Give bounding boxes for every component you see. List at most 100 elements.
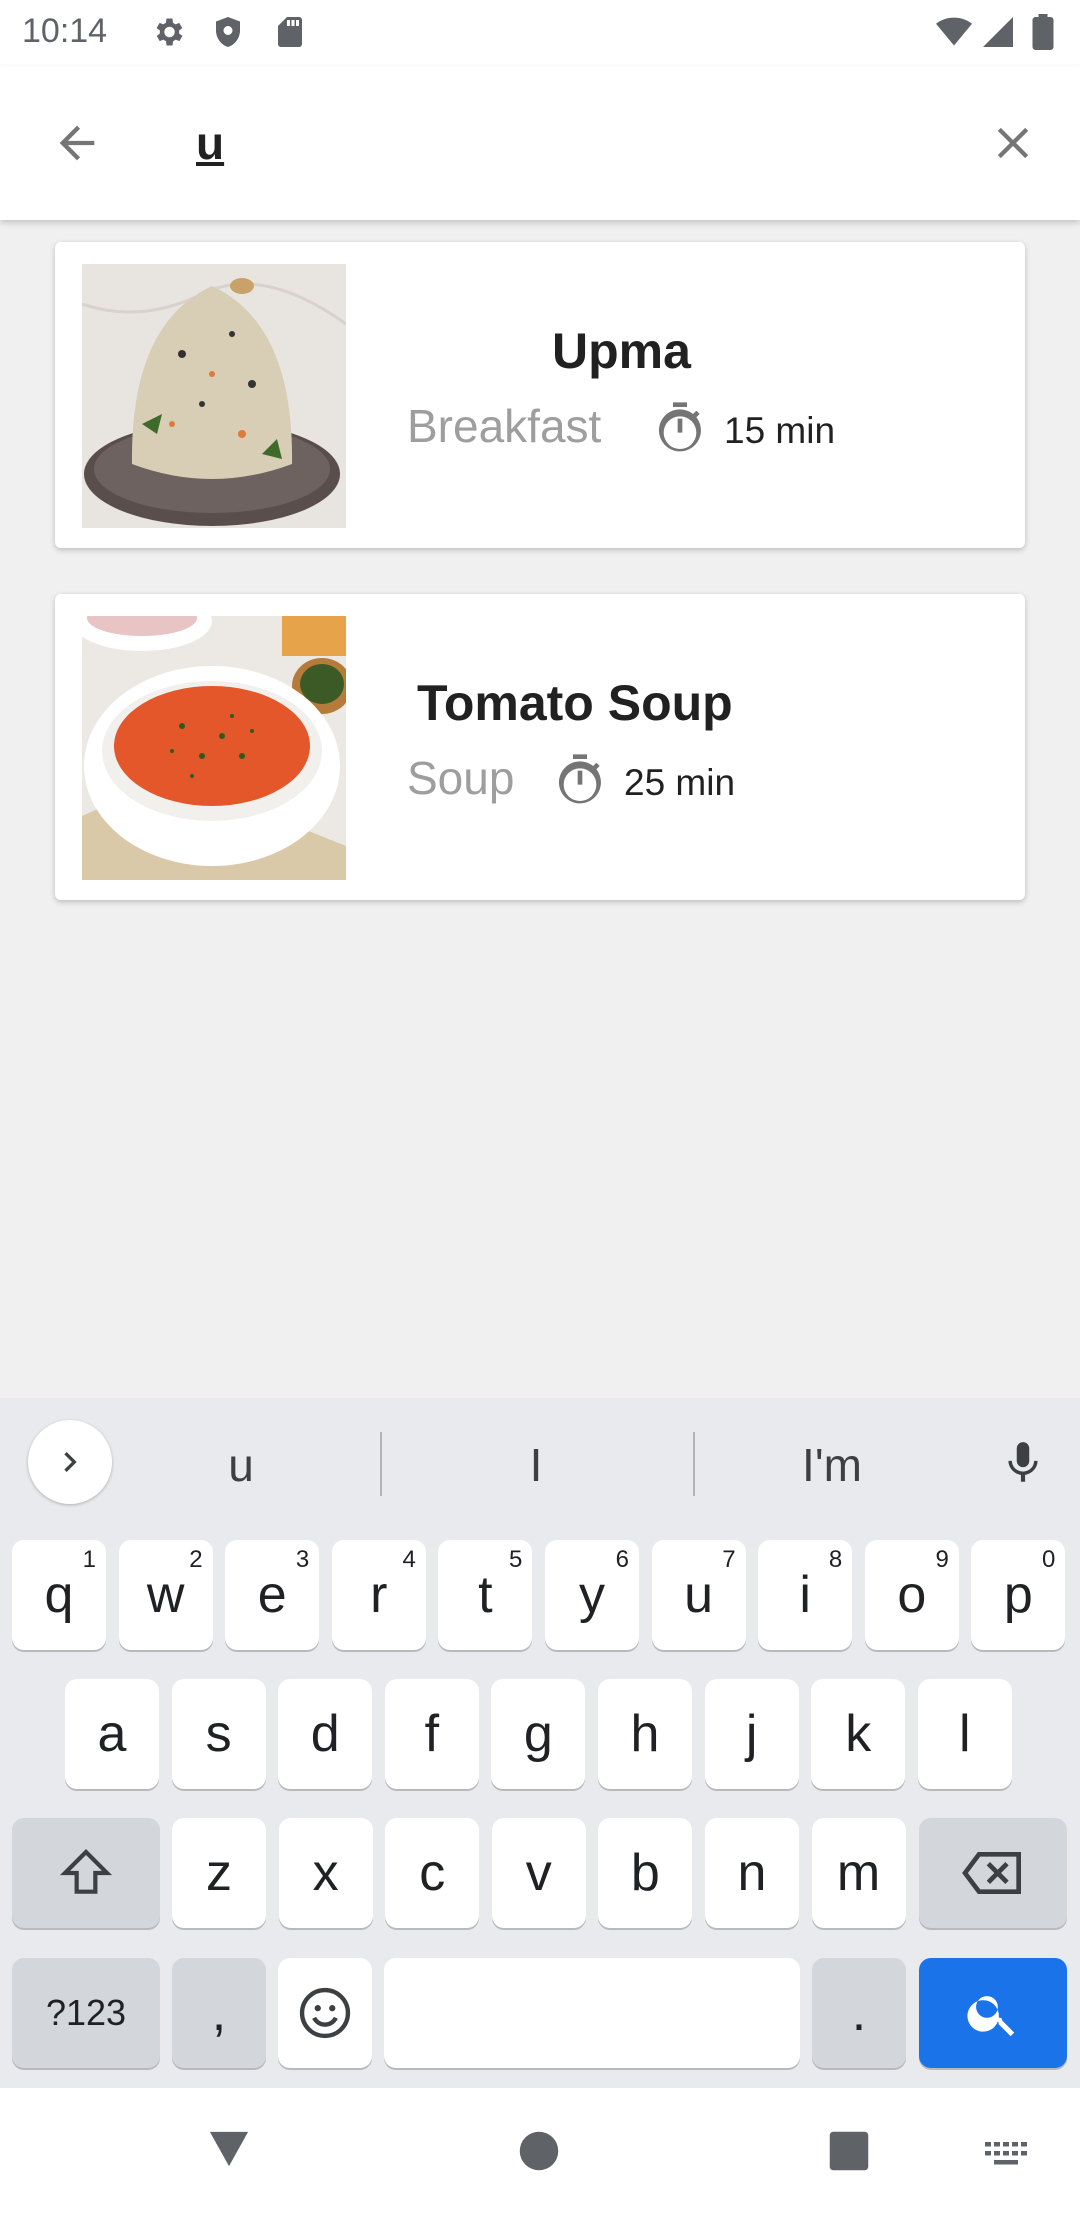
key-label: v [525,1844,552,1902]
key-m[interactable]: m [811,1818,906,1928]
chevron-right-icon [64,1452,77,1472]
recipe-title: Upma [552,323,691,379]
microphone-icon [1008,1442,1038,1482]
key-x[interactable]: x [278,1818,373,1928]
symbols-key[interactable]: ?123 [12,1958,160,2068]
key-label: f [424,1705,440,1763]
keyboard-expand-button[interactable] [28,1420,112,1504]
recipe-time: 15 min [724,410,836,451]
shield-icon [216,17,240,47]
key-y[interactable]: y6 [545,1540,639,1650]
key-h[interactable]: h [598,1679,692,1789]
space-key[interactable] [384,1958,800,2068]
key-r[interactable]: r4 [331,1540,426,1650]
search-toolbar [0,66,1080,220]
key-label: u [684,1566,714,1624]
key-label: x [312,1844,339,1902]
recipe-category: Soup [407,752,515,804]
battery-icon [1032,14,1054,50]
comma-key[interactable]: , [172,1958,266,2068]
key-hint: 0 [1042,1546,1056,1573]
recents-square-icon[interactable] [828,2130,870,2172]
back-triangle-icon[interactable] [206,2128,252,2170]
key-label: o [897,1566,927,1624]
cell-signal-icon [983,17,1013,47]
key-z[interactable]: z [172,1818,266,1928]
key-hint: 6 [615,1546,629,1573]
key-i[interactable]: i8 [758,1540,853,1650]
key-j[interactable]: j [704,1679,799,1789]
status-time: 10:14 [22,12,108,50]
key-t[interactable]: t5 [438,1540,533,1650]
key-hint: 8 [828,1546,843,1573]
key-hint: 2 [189,1546,203,1573]
recipe-image-tomato-soup [82,616,346,880]
key-u[interactable]: u7 [651,1540,746,1650]
suggestion-3[interactable]: I'm [722,1438,942,1492]
search-action-key[interactable] [919,1958,1067,2068]
backspace-icon [962,1852,1021,1894]
key-a[interactable]: a [65,1679,159,1789]
timer-icon [658,402,701,452]
key-w[interactable]: w2 [118,1540,213,1650]
recipe-card[interactable]: Tomato Soup Soup 25 min [55,594,1025,900]
key-label: i [799,1566,811,1624]
key-label: k [845,1705,872,1763]
key-hint: 4 [402,1546,416,1573]
arrow-back-icon [59,125,95,161]
key-k[interactable]: k [811,1679,906,1789]
key-label: h [630,1705,660,1763]
key-label: g [523,1705,553,1763]
key-hint: 3 [295,1546,310,1573]
shift-arrow-icon [59,1849,113,1894]
key-v[interactable]: v [491,1818,586,1928]
clear-search-button[interactable] [980,110,1046,176]
key-q[interactable]: q1 [12,1540,106,1650]
key-f[interactable]: f [384,1679,479,1789]
key-hint: 1 [82,1546,96,1573]
key-label: t [478,1566,493,1624]
voice-input-button[interactable] [988,1428,1058,1498]
period-key[interactable]: . [812,1958,906,2068]
key-label: l [959,1705,971,1763]
back-button[interactable] [44,110,110,176]
emoji-key[interactable] [278,1958,372,2068]
key-c[interactable]: c [385,1818,480,1928]
key-s[interactable]: s [171,1679,266,1789]
key-p[interactable]: p0 [971,1540,1066,1650]
key-label: c [419,1844,446,1902]
key-l[interactable]: l [917,1679,1012,1789]
wifi-icon [936,17,972,46]
key-hint: 9 [935,1546,949,1573]
key-label: y [579,1566,605,1624]
timer-icon [558,754,601,804]
key-label: e [257,1566,287,1624]
key-label: j [745,1705,758,1763]
backspace-key[interactable] [919,1818,1067,1928]
soft-keyboard: u I I'm ?123 , . q1w2e3 r 4 t 5 y 6 u 7 … [0,1398,1080,2088]
key-label: m [836,1844,881,1902]
emoji-smiley-icon [299,1987,351,2039]
key-d[interactable]: d [278,1679,373,1789]
close-icon [997,127,1029,159]
key-label: s [205,1705,232,1763]
key-label: n [737,1844,767,1902]
key-label: r [370,1566,388,1624]
search-icon [967,1996,1015,2037]
keyboard-switch-icon[interactable] [982,2136,1030,2172]
key-label: q [44,1566,74,1624]
key-g[interactable]: g [491,1679,586,1789]
key-o[interactable]: o9 [864,1540,959,1650]
shift-key[interactable] [12,1818,160,1928]
search-input[interactable] [196,112,956,174]
key-e[interactable]: e3 [225,1540,320,1650]
key-n[interactable]: n [705,1818,799,1928]
suggestion-1[interactable]: u [131,1438,351,1492]
suggestion-divider [693,1432,695,1496]
key-label: a [97,1705,127,1763]
home-circle-icon[interactable] [518,2130,560,2172]
key-b[interactable]: b [598,1818,693,1928]
suggestion-2[interactable]: I [426,1438,646,1492]
key-label: w [146,1566,185,1624]
recipe-card[interactable]: Upma Breakfast 15 min [55,242,1025,548]
